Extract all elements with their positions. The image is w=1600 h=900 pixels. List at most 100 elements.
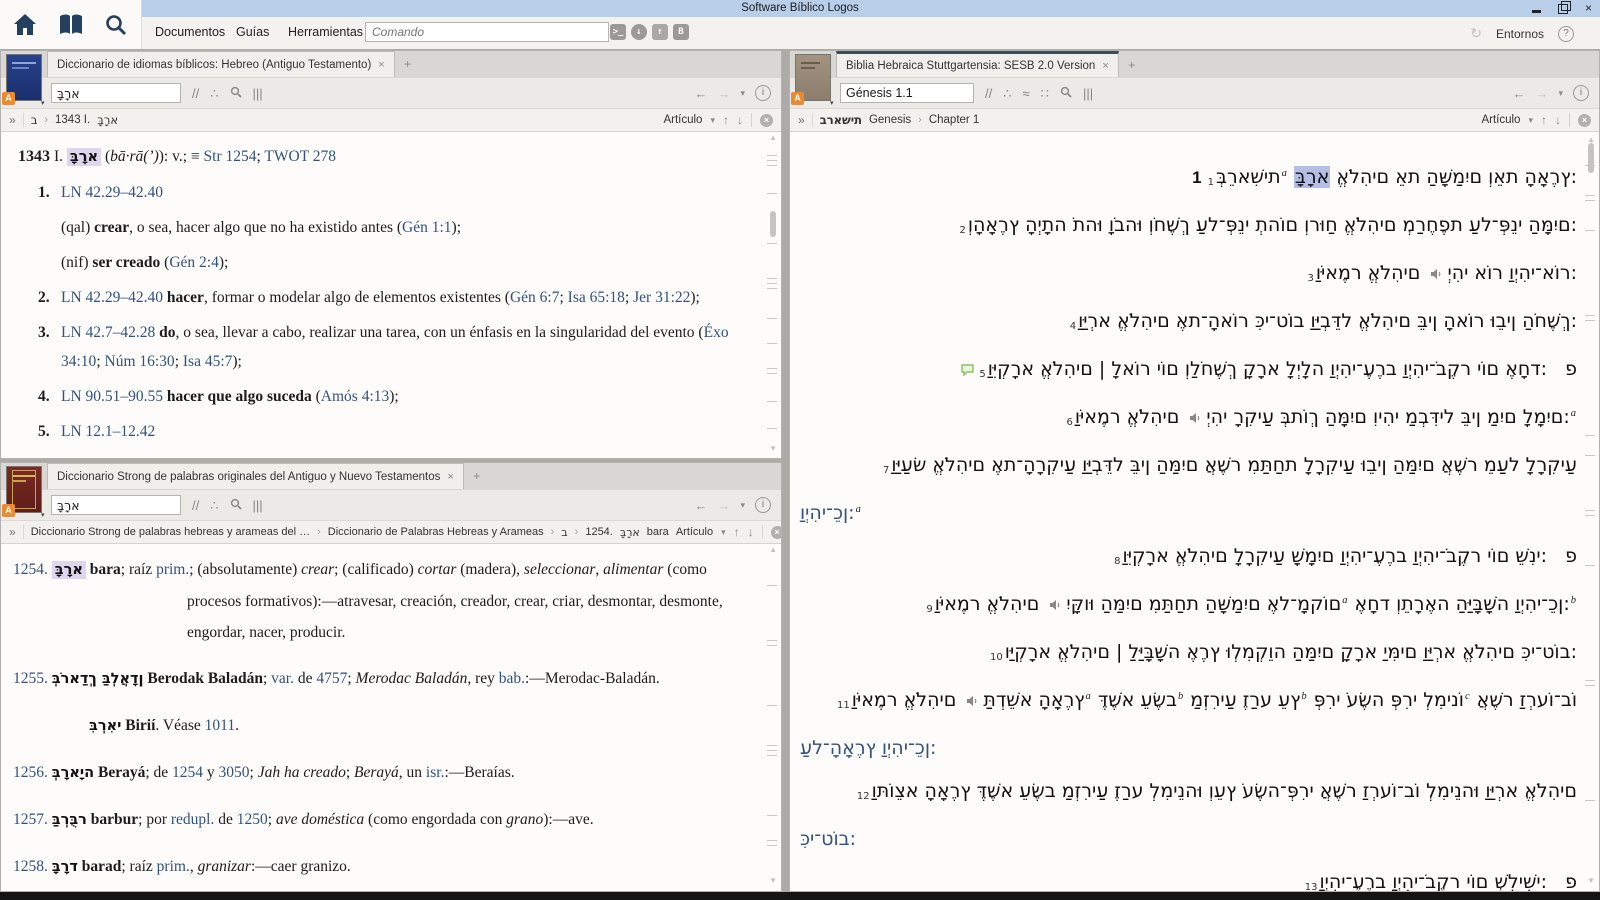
speaker-icon[interactable] <box>1049 584 1062 627</box>
reference-link[interactable]: var. <box>271 670 294 687</box>
search-panel-icon[interactable] <box>230 498 242 512</box>
reference-link[interactable]: 1011 <box>205 717 235 734</box>
article-caret-icon[interactable]: ▾ <box>1528 115 1533 126</box>
reference-link[interactable]: Núm 16:30 <box>105 353 175 370</box>
prev-article-icon[interactable]: ↑ <box>723 113 729 127</box>
text-comparison-icon[interactable]: ≈ <box>1023 87 1030 100</box>
bible-book-cover[interactable]: A <box>791 54 831 105</box>
download-icon[interactable]: ↓ <box>631 24 647 40</box>
breadcrumb-entry-hebrew[interactable]: בָּרָא <box>97 113 118 127</box>
speaker-icon[interactable] <box>1430 253 1443 296</box>
columns-icon[interactable]: ||| <box>1083 87 1093 100</box>
entry-number[interactable]: 1254. <box>13 561 52 578</box>
reference-link[interactable]: LN 12.1–12.42 <box>61 423 155 440</box>
bold-b-icon[interactable]: B <box>673 24 689 40</box>
verse-number[interactable]: 3 <box>1307 273 1313 284</box>
verse-number[interactable]: 10 <box>990 652 1003 663</box>
panel-menu-icon[interactable]: » <box>9 113 24 127</box>
entry-number[interactable]: 1256. <box>13 764 52 781</box>
tab-close-icon[interactable]: × <box>378 59 384 71</box>
help-icon[interactable]: ? <box>1558 25 1574 42</box>
reference-link[interactable]: LN 90.51–90.55 <box>61 388 163 405</box>
reference-link[interactable]: Ecl 12:1 <box>474 458 526 459</box>
footnote-marker[interactable]: a <box>1086 691 1091 702</box>
footnote-marker[interactable]: a <box>1571 408 1576 419</box>
parallel-resources-icon[interactable]: // <box>985 87 992 100</box>
info-icon[interactable]: i <box>1573 85 1589 101</box>
next-article-icon[interactable]: ↓ <box>1555 113 1561 127</box>
reference-link[interactable]: 1250 <box>237 811 268 828</box>
lexicon-search-input[interactable] <box>51 83 181 103</box>
menu-documentos[interactable]: Documentos <box>155 25 225 39</box>
terminal-icon[interactable]: >_ <box>610 24 626 40</box>
breadcrumb-part2[interactable]: Diccionario de Palabras Hebreas y Aramea… <box>328 526 544 538</box>
bible-tab[interactable]: Biblia Hebraica Stuttgartensia: SESB 2.0… <box>836 51 1119 77</box>
tab-close-icon[interactable]: × <box>447 471 453 483</box>
footnote-marker[interactable]: b <box>1301 691 1306 702</box>
sync-icon[interactable]: ↻ <box>1470 25 1482 42</box>
breadcrumb-part1[interactable]: Diccionario Strong de palabras hebreas y… <box>31 526 310 538</box>
cover-dropdown-icon[interactable]: ▾ <box>830 99 834 107</box>
article-caret-icon[interactable]: ▾ <box>721 527 726 538</box>
verse-number[interactable]: 5 <box>979 369 985 380</box>
verse-number[interactable]: 1 <box>1208 177 1214 188</box>
search-panel-icon[interactable] <box>230 86 242 100</box>
bible-scrollbar[interactable]: ▲ ▼ <box>1583 135 1597 885</box>
cover-dropdown-icon[interactable]: ▾ <box>41 511 45 519</box>
strong-book-cover[interactable]: A <box>2 466 42 517</box>
reference-link[interactable]: LN 42.29–42.40 <box>61 289 163 306</box>
menu-herramientas[interactable]: Herramientas <box>288 25 363 39</box>
back-icon[interactable]: ← <box>694 86 707 101</box>
verse-number[interactable]: 11 <box>837 700 850 711</box>
footnote-marker[interactable]: b <box>1571 595 1576 606</box>
verse-number[interactable]: 8 <box>1114 556 1120 567</box>
entry-number[interactable]: 1257. <box>13 811 52 828</box>
reference-link[interactable]: bab. <box>499 670 525 687</box>
info-icon[interactable]: i <box>755 85 771 101</box>
footnote-marker[interactable]: a <box>1282 168 1287 179</box>
breadcrumb-translit[interactable]: bara <box>647 526 669 538</box>
breadcrumb-letter[interactable]: ב <box>561 526 567 539</box>
history-dropdown-icon[interactable]: ▾ <box>1558 88 1563 99</box>
back-icon[interactable]: ← <box>694 498 707 513</box>
verse-number[interactable]: 9 <box>926 604 932 615</box>
article-selector[interactable]: Artículo <box>663 114 702 126</box>
parallel-resources-icon[interactable]: // <box>192 87 199 100</box>
breadcrumb-book-hebrew[interactable]: בראשית <box>820 113 862 127</box>
reference-link[interactable]: 1254 <box>172 764 203 781</box>
environments-label[interactable]: Entornos <box>1496 27 1544 41</box>
verse-number[interactable]: 4 <box>1070 321 1076 332</box>
reference-link[interactable]: LN 42.29–42.40 <box>61 184 163 201</box>
lexicon-tab[interactable]: Diccionario de idiomas bíblicos: Hebreo … <box>47 51 395 77</box>
strong-scrollbar[interactable]: ▲ ▼ <box>765 545 779 885</box>
history-dropdown-icon[interactable]: ▾ <box>740 88 745 99</box>
reference-link[interactable]: Gén 2:4 <box>169 254 219 271</box>
reference-link[interactable]: 43:15 <box>599 458 634 459</box>
article-selector[interactable]: Artículo <box>1481 114 1520 126</box>
lexicon-scrollbar[interactable]: ▲ ▼ <box>765 133 779 453</box>
back-icon[interactable]: ← <box>1512 86 1525 101</box>
reference-link[interactable]: Isa 45:7 <box>183 353 233 370</box>
reference-link[interactable]: Isa 65:18 <box>568 289 625 306</box>
speaker-icon[interactable] <box>966 680 979 723</box>
verse-number[interactable]: 6 <box>1066 417 1072 428</box>
note-icon[interactable] <box>961 349 974 392</box>
locator-close-icon[interactable]: × <box>770 525 781 539</box>
reference-link[interactable]: Amós 4:13 <box>321 388 389 405</box>
reference-link[interactable]: Jer 31:22 <box>633 289 690 306</box>
prev-article-icon[interactable]: ↑ <box>1541 113 1547 127</box>
forward-icon[interactable]: → <box>717 86 730 101</box>
reference-link[interactable]: Gén 1:1 <box>402 219 452 236</box>
reference-link[interactable]: LN 42.7–42.28 <box>61 324 155 341</box>
reference-link[interactable]: Isa 40:28 <box>534 458 591 459</box>
visual-filters-icon[interactable]: ∴ <box>210 87 218 100</box>
new-tab-button[interactable]: + <box>1128 58 1135 72</box>
forward-icon[interactable]: → <box>717 498 730 513</box>
search-icon[interactable] <box>104 13 128 37</box>
columns-icon[interactable]: ||| <box>253 87 263 100</box>
breadcrumb-entry[interactable]: 1254. <box>585 526 613 538</box>
locator-close-icon[interactable]: × <box>760 113 773 127</box>
library-icon[interactable] <box>58 13 84 37</box>
reference-link[interactable]: isr. <box>426 764 445 781</box>
verse-number[interactable]: 2 <box>959 225 965 236</box>
